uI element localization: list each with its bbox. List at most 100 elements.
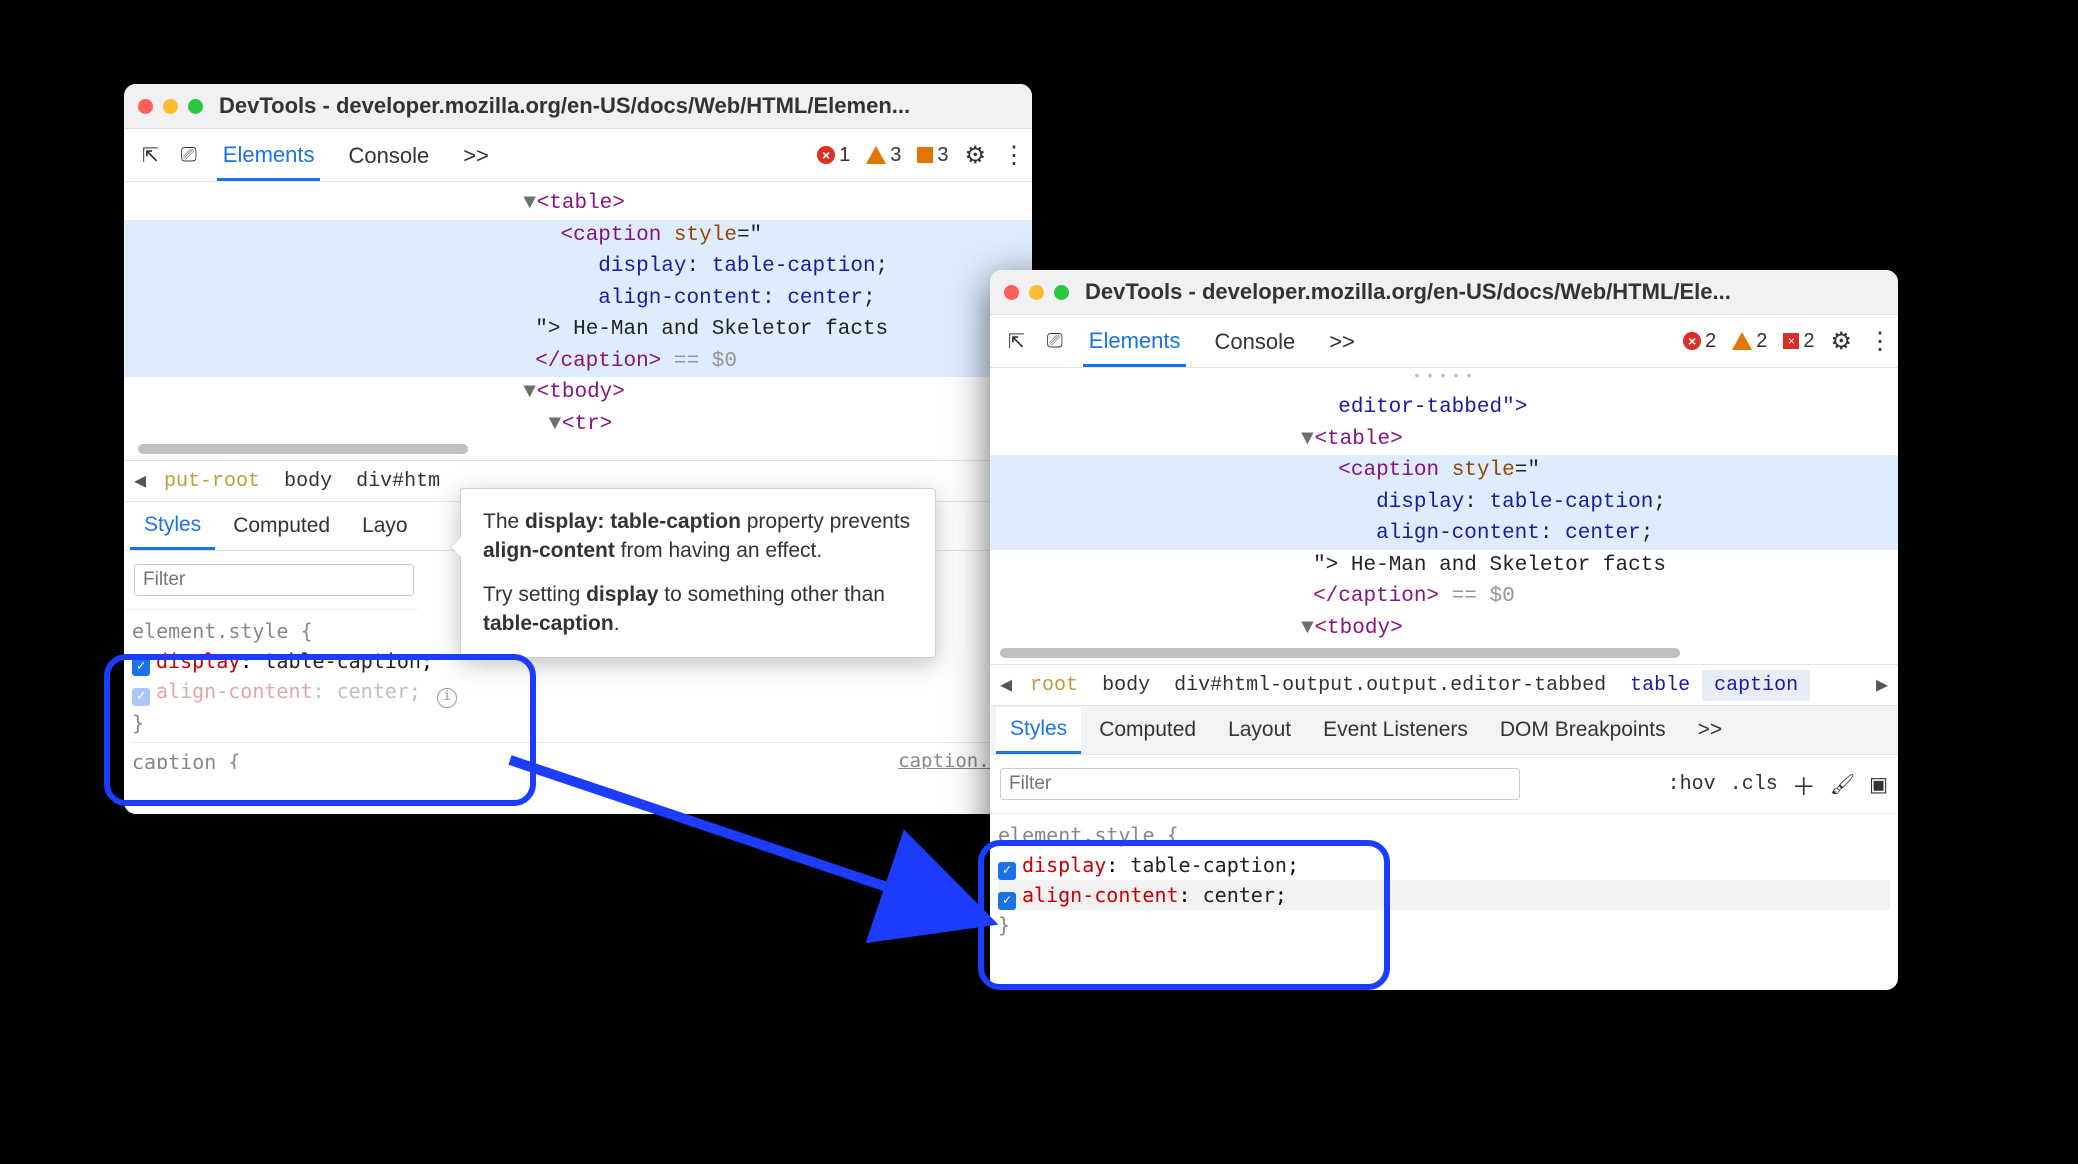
- filter-input[interactable]: [1000, 768, 1520, 800]
- breadcrumb-div[interactable]: div#htm: [344, 466, 452, 497]
- warning-icon: [866, 146, 886, 164]
- minimize-icon[interactable]: [1029, 285, 1044, 300]
- breadcrumbs[interactable]: ◀ root body div#html-output.output.edito…: [990, 664, 1898, 706]
- breadcrumb-table[interactable]: table: [1618, 670, 1702, 701]
- settings-icon[interactable]: ⚙: [964, 141, 986, 170]
- tab-elements[interactable]: Elements: [1083, 316, 1187, 367]
- tooltip-bold: table-caption: [483, 612, 614, 635]
- dom-node-caption-close[interactable]: </caption> == $0: [990, 581, 1898, 613]
- dom-node-table[interactable]: ▼<table>: [124, 188, 1032, 220]
- tab-more[interactable]: >>: [457, 131, 495, 179]
- traffic-lights: [138, 99, 203, 114]
- close-icon[interactable]: [138, 99, 153, 114]
- tab-more[interactable]: >>: [1323, 317, 1361, 365]
- dom-node-tr[interactable]: ▼<tr>: [124, 409, 1032, 441]
- error-count: 2: [1705, 330, 1716, 353]
- styles-panel[interactable]: element.style { ✓display: table-caption;…: [990, 814, 1898, 950]
- dom-node-caption-text[interactable]: "> He-Man and Skeletor facts: [990, 550, 1898, 582]
- breadcrumb-caption[interactable]: caption: [1702, 670, 1810, 701]
- subtab-layout[interactable]: Layout: [1214, 708, 1305, 752]
- filter-input[interactable]: [134, 564, 414, 596]
- titlebar[interactable]: DevTools - developer.mozilla.org/en-US/d…: [124, 84, 1032, 129]
- breadcrumb-body[interactable]: body: [1090, 670, 1162, 701]
- inspect-icon[interactable]: ⇱: [142, 143, 159, 168]
- dom-style-line1[interactable]: display: table-caption;: [124, 251, 1032, 283]
- issues-counter[interactable]: × 2: [1783, 330, 1814, 353]
- dom-node-editor-tabbed[interactable]: editor-tabbed">: [990, 392, 1898, 424]
- subtab-computed[interactable]: Computed: [219, 504, 344, 548]
- checkbox-display[interactable]: ✓: [998, 862, 1016, 880]
- tab-console[interactable]: Console: [342, 131, 435, 179]
- breadcrumb-div[interactable]: div#html-output.output.editor-tabbed: [1162, 670, 1618, 701]
- checkbox-align-content[interactable]: ✓: [998, 892, 1016, 910]
- dom-node-caption-open[interactable]: <caption style=": [124, 220, 1032, 252]
- resize-grip[interactable]: ･････: [990, 368, 1898, 386]
- tab-console[interactable]: Console: [1208, 317, 1301, 365]
- style-rule-align-content[interactable]: ✓align-content: center; i: [132, 676, 1024, 708]
- breadcrumb-prev-icon[interactable]: ◀: [128, 468, 152, 494]
- inspect-icon[interactable]: ⇱: [1008, 329, 1025, 354]
- dom-style-line1[interactable]: display: table-caption;: [990, 487, 1898, 519]
- issues-icon: ×: [1783, 333, 1799, 349]
- dom-node-tbody[interactable]: ▼<tbody>: [124, 377, 1032, 409]
- paint-icon[interactable]: 🖌: [1830, 772, 1855, 797]
- device-icon[interactable]: ⎚: [181, 144, 197, 167]
- dom-style-line2[interactable]: align-content: center;: [990, 518, 1898, 550]
- breadcrumb-partial[interactable]: put-root: [152, 466, 272, 497]
- checkbox-align-content[interactable]: ✓: [132, 688, 150, 706]
- subtab-styles[interactable]: Styles: [130, 503, 215, 550]
- breadcrumb-root[interactable]: root: [1018, 670, 1090, 701]
- breadcrumb-next-icon[interactable]: ▶: [1870, 672, 1894, 698]
- device-icon[interactable]: ⎚: [1047, 330, 1063, 353]
- inactive-property-tooltip: The display: table-caption property prev…: [460, 488, 936, 658]
- dom-node-tbody[interactable]: ▼<tbody>: [990, 613, 1898, 645]
- breadcrumb-prev-icon[interactable]: ◀: [994, 672, 1018, 698]
- brace-close: }: [998, 913, 1010, 937]
- error-counter[interactable]: × 2: [1683, 330, 1716, 353]
- scrollbar-horizontal[interactable]: [138, 444, 468, 454]
- dom-tree[interactable]: ▼<table> <caption style=" display: table…: [124, 182, 1032, 442]
- subtab-layout[interactable]: Layo: [348, 504, 422, 548]
- selector: element.style: [132, 619, 301, 643]
- dom-style-line2[interactable]: align-content: center;: [124, 283, 1032, 315]
- dom-node-caption-text[interactable]: "> He-Man and Skeletor facts: [124, 314, 1032, 346]
- zoom-icon[interactable]: [188, 99, 203, 114]
- devtools-toolbar: ⇱ ⎚ Elements Console >> × 1 3 3 ⚙ ⋮: [124, 129, 1032, 182]
- tab-elements[interactable]: Elements: [217, 130, 321, 181]
- tooltip-text: .: [614, 612, 620, 635]
- subtab-more[interactable]: >>: [1684, 708, 1737, 752]
- tooltip-bold: display: table-caption: [525, 510, 741, 533]
- kebab-menu-icon[interactable]: ⋮: [1868, 327, 1890, 356]
- subtab-event-listeners[interactable]: Event Listeners: [1309, 708, 1482, 752]
- titlebar[interactable]: DevTools - developer.mozilla.org/en-US/d…: [990, 270, 1898, 315]
- tooltip-text: property prevents: [741, 510, 910, 533]
- settings-icon[interactable]: ⚙: [1830, 327, 1852, 356]
- breadcrumb-body[interactable]: body: [272, 466, 344, 497]
- issues-counter[interactable]: 3: [917, 144, 948, 167]
- close-icon[interactable]: [1004, 285, 1019, 300]
- kebab-menu-icon[interactable]: ⋮: [1002, 141, 1024, 170]
- zoom-icon[interactable]: [1054, 285, 1069, 300]
- subtab-dom-breakpoints[interactable]: DOM Breakpoints: [1486, 708, 1680, 752]
- cls-toggle[interactable]: .cls: [1730, 773, 1778, 796]
- tooltip-bold: display: [586, 583, 658, 606]
- new-style-rule-icon[interactable]: ＋: [1792, 767, 1816, 802]
- dom-node-caption-open[interactable]: <caption style=": [990, 455, 1898, 487]
- scrollbar-horizontal[interactable]: [1000, 648, 1680, 658]
- subtab-styles[interactable]: Styles: [996, 707, 1081, 754]
- dom-tree[interactable]: editor-tabbed"> ▼<table> <caption style=…: [990, 386, 1898, 646]
- style-rule-align-content[interactable]: ✓align-content: center;: [998, 880, 1890, 910]
- hov-toggle[interactable]: :hov: [1668, 773, 1716, 796]
- dom-node-caption-close[interactable]: </caption> == $0: [124, 346, 1032, 378]
- devtools-window-right: DevTools - developer.mozilla.org/en-US/d…: [990, 270, 1898, 990]
- minimize-icon[interactable]: [163, 99, 178, 114]
- checkbox-display[interactable]: ✓: [132, 658, 150, 676]
- error-counter[interactable]: × 1: [817, 144, 850, 167]
- warning-counter[interactable]: 3: [866, 144, 901, 167]
- info-icon[interactable]: i: [437, 688, 457, 708]
- subtab-computed[interactable]: Computed: [1085, 708, 1210, 752]
- computed-panel-icon[interactable]: ▣: [1869, 772, 1888, 797]
- style-rule-display[interactable]: ✓display: table-caption;: [998, 850, 1890, 880]
- dom-node-table[interactable]: ▼<table>: [990, 424, 1898, 456]
- warning-counter[interactable]: 2: [1732, 330, 1767, 353]
